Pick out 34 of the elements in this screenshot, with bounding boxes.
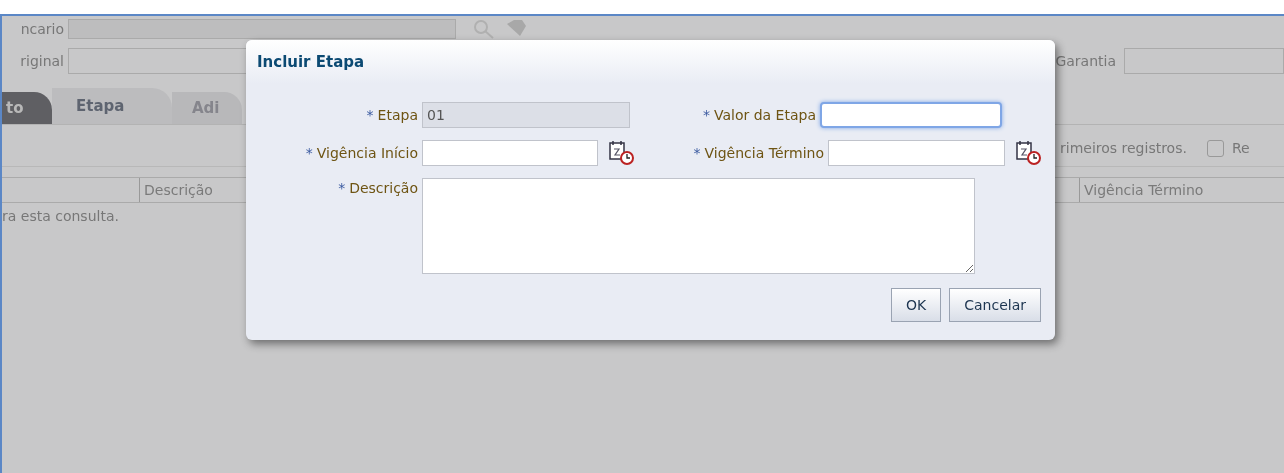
required-marker: *	[693, 143, 701, 163]
required-marker: *	[305, 143, 313, 163]
text-field[interactable]	[68, 19, 456, 39]
calendar-clock-icon[interactable]	[1015, 140, 1043, 166]
text-field[interactable]	[1124, 48, 1284, 74]
required-marker: *	[338, 179, 346, 198]
required-marker: *	[366, 105, 374, 125]
toolbar-text: rimeiros registros.	[1060, 139, 1187, 158]
text-field[interactable]	[68, 48, 248, 74]
field-label: ncario	[19, 19, 64, 39]
dialog-title: Incluir Etapa	[257, 51, 365, 73]
text-area[interactable]	[422, 178, 975, 274]
input-field[interactable]	[422, 140, 598, 166]
column-header: Vigência Término	[1084, 180, 1204, 200]
field-label: Vigência Término	[704, 143, 824, 163]
field-label: Vigência Início	[316, 143, 418, 163]
field-label: riginal	[19, 51, 64, 71]
column-header: Descrição	[144, 180, 213, 200]
checkbox-label: Re	[1231, 139, 1250, 158]
checkbox[interactable]	[1206, 140, 1224, 157]
input-field[interactable]	[820, 102, 1002, 128]
input-field[interactable]	[828, 140, 1005, 166]
field-label: Descrição	[349, 179, 418, 198]
tab[interactable]: to	[2, 92, 52, 124]
tab[interactable]: Etapa	[52, 88, 172, 124]
field-label: Valor da Etapa	[713, 105, 816, 125]
dialog-button[interactable]: Cancelar	[949, 288, 1041, 322]
empty-message: ra esta consulta.	[2, 206, 119, 226]
dialog-button[interactable]: OK	[891, 288, 942, 322]
field-label: Etapa	[377, 105, 418, 125]
required-marker: *	[702, 105, 710, 125]
field-label: Garantia	[1055, 51, 1116, 71]
calendar-clock-icon[interactable]	[608, 140, 636, 166]
search-icon[interactable]	[472, 19, 496, 39]
